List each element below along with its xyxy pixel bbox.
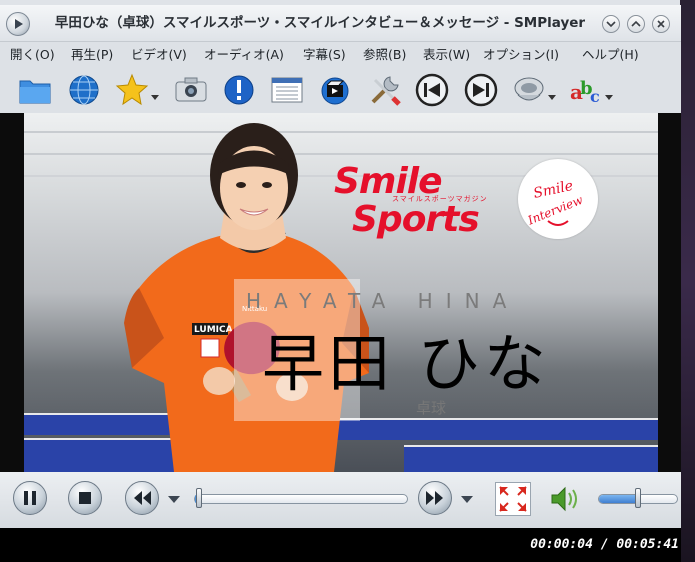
next-button[interactable] — [462, 71, 500, 109]
previous-icon — [415, 73, 449, 107]
chevron-down-icon[interactable] — [605, 95, 613, 100]
desktop-background — [680, 0, 695, 562]
smplayer-app-icon — [6, 12, 30, 36]
seal-graphic: Smile Interview — [525, 178, 586, 228]
window-title: 早田ひな（卓球）スマイルスポーツ・スマイルインタビュー＆メッセージ - SMPl… — [54, 15, 586, 31]
pause-icon — [24, 491, 36, 505]
stop-button[interactable] — [68, 481, 102, 515]
seek-bar[interactable] — [194, 494, 408, 504]
menu-subtitles[interactable]: 字幕(S) — [303, 42, 346, 67]
chevron-down-icon — [606, 21, 616, 28]
chevron-down-icon[interactable] — [168, 496, 180, 503]
favorites-button[interactable] — [113, 71, 159, 109]
folder-icon — [19, 80, 51, 104]
chevron-down-icon[interactable] — [461, 496, 473, 503]
audio-track-button[interactable] — [510, 71, 556, 109]
info-button[interactable] — [220, 71, 258, 109]
screenshot-camera-icon — [175, 77, 207, 102]
minimize-button[interactable] — [602, 15, 620, 33]
next-icon — [464, 73, 498, 107]
screenshot-button[interactable] — [172, 71, 210, 109]
smile-interview-seal: Smile Interview — [518, 159, 598, 239]
favorites-star-icon — [115, 73, 149, 106]
video-letterbox-right — [658, 113, 681, 472]
subtitles-button[interactable]: a b c — [567, 71, 613, 109]
tools-icon — [371, 76, 401, 106]
menu-browse[interactable]: 参照(B) — [363, 42, 406, 67]
maximize-button[interactable] — [627, 15, 645, 33]
menu-video[interactable]: ビデオ(V) — [131, 42, 187, 67]
menu-help[interactable]: ヘルプ(H) — [582, 42, 639, 67]
previous-button[interactable] — [413, 71, 451, 109]
globe-icon — [69, 75, 99, 105]
chevron-down-icon[interactable] — [548, 95, 556, 100]
toolbar: a b c — [0, 67, 681, 113]
preferences-button[interactable] — [366, 71, 404, 109]
playlist-button[interactable] — [268, 71, 306, 109]
forward-button[interactable] — [418, 481, 452, 515]
menu-play[interactable]: 再生(P) — [71, 42, 113, 67]
time-display: 00:00:04 / 00:05:41 — [530, 537, 679, 552]
playback-controls — [0, 472, 681, 528]
svg-text:c: c — [590, 87, 600, 106]
fullscreen-button[interactable] — [495, 482, 531, 516]
name-kanji: 早田 ひな — [262, 327, 550, 400]
name-sport: 卓球 — [416, 399, 447, 417]
status-bar: 00:00:04 / 00:05:41 — [0, 528, 681, 562]
volume-handle[interactable] — [635, 488, 641, 508]
video-letterbox-left — [0, 113, 24, 472]
title-bar[interactable]: 早田ひな（卓球）スマイルスポーツ・スマイルインタビュー＆メッセージ - SMPl… — [0, 5, 681, 42]
shirt-brand: LUMICA — [194, 325, 233, 335]
video-area[interactable]: LUMICA Nittaku Smile スマイルスポーツマガジン Sports… — [24, 113, 658, 472]
chevron-up-icon — [631, 20, 641, 27]
open-file-button[interactable] — [16, 71, 54, 109]
video-preferences-icon — [321, 77, 349, 105]
menu-open[interactable]: 開く(O) — [10, 42, 55, 67]
menu-audio[interactable]: オーディオ(A) — [204, 42, 284, 67]
close-button[interactable] — [652, 15, 670, 33]
menu-bar: 開く(O) 再生(P) ビデオ(V) オーディオ(A) 字幕(S) 参照(B) … — [0, 42, 681, 67]
fullscreen-icon — [499, 486, 527, 512]
forward-icon — [426, 491, 443, 505]
subtitles-icon: a b c — [570, 78, 600, 106]
rewind-icon — [134, 491, 151, 505]
speaker-icon — [551, 486, 577, 512]
menu-options[interactable]: オプション(I) — [483, 42, 559, 67]
seek-handle[interactable] — [196, 488, 202, 508]
chevron-down-icon[interactable] — [151, 95, 159, 100]
rewind-button[interactable] — [125, 481, 159, 515]
logo-text-sports: Sports — [352, 199, 480, 240]
menu-view[interactable]: 表示(W) — [423, 42, 470, 67]
name-romaji: HAYATA HINA — [246, 289, 520, 313]
stop-icon — [79, 492, 91, 504]
audio-icon — [514, 77, 544, 101]
mute-button[interactable] — [546, 482, 582, 516]
video-preferences-button[interactable] — [316, 71, 354, 109]
info-icon — [224, 75, 254, 105]
playlist-icon — [271, 77, 303, 103]
smplayer-window: 早田ひな（卓球）スマイルスポーツ・スマイルインタビュー＆メッセージ - SMPl… — [0, 5, 681, 562]
open-url-button[interactable] — [65, 71, 103, 109]
pause-button[interactable] — [13, 481, 47, 515]
volume-level — [599, 495, 639, 503]
close-icon — [657, 20, 665, 28]
